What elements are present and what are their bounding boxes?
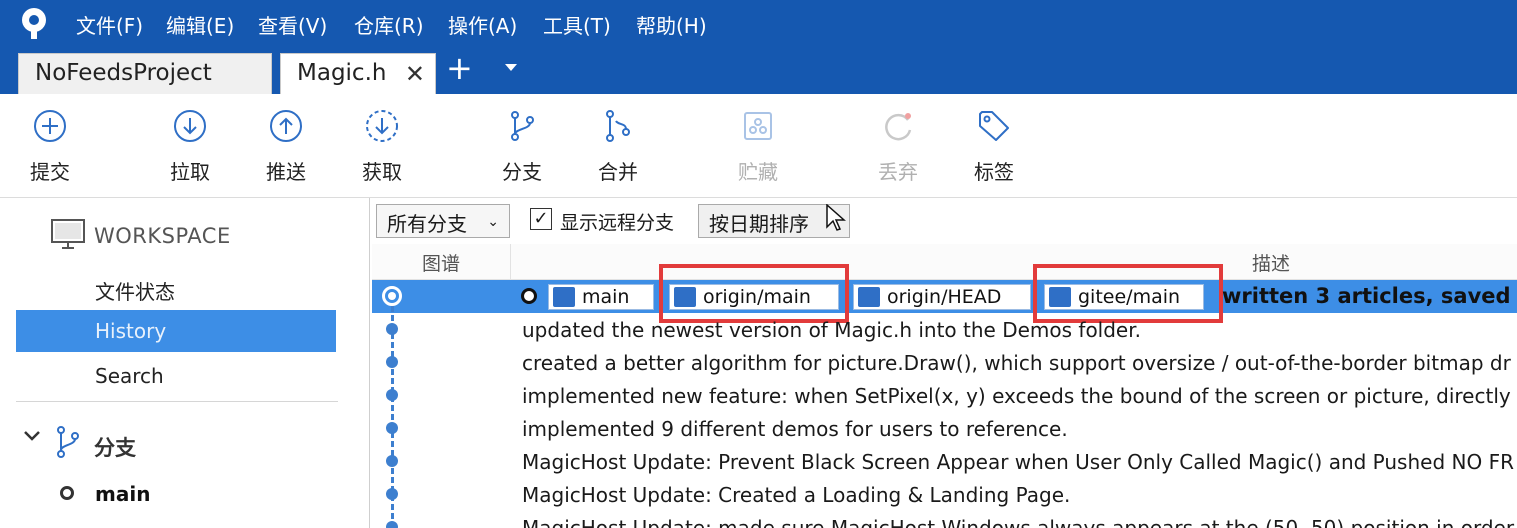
graph-column-header[interactable]: 图谱 xyxy=(422,249,460,276)
commit-message[interactable]: MagicHost Update: Created a Loading & La… xyxy=(522,483,1070,507)
stash-label: 贮藏 xyxy=(738,160,778,184)
commit-message[interactable]: written 3 articles, saved in fo xyxy=(1222,284,1517,308)
arrow-down-circle-icon xyxy=(174,110,206,142)
commit-message[interactable]: implemented new feature: when SetPixel(x… xyxy=(522,384,1517,408)
chevron-down-icon: ⌄ xyxy=(487,214,499,230)
sidebar-branch-main[interactable]: main xyxy=(95,482,150,506)
merge-icon xyxy=(606,110,630,142)
branch-icon xyxy=(553,287,575,307)
branch-icon xyxy=(858,287,880,307)
push-button[interactable]: 推送 xyxy=(246,108,326,185)
highlight-box-origin-main xyxy=(659,264,849,323)
merge-label: 合并 xyxy=(598,160,638,184)
commit-message[interactable]: updated the newest version of Magic.h in… xyxy=(522,318,1141,342)
menu-bar: 文件(F) 编辑(E) 查看(V) 仓库(R) 操作(A) 工具(T) 帮助(H… xyxy=(0,0,1517,48)
chevron-down-icon[interactable] xyxy=(22,426,42,446)
ref-badge-origin-head[interactable]: origin/HEAD xyxy=(853,284,1031,310)
menu-tools[interactable]: 工具(T) xyxy=(543,10,611,39)
fetch-icon xyxy=(366,110,398,142)
highlight-box-gitee-main xyxy=(1033,264,1223,323)
sort-label: 按日期排序 xyxy=(709,212,809,236)
discard-icon xyxy=(885,113,912,141)
fetch-label: 获取 xyxy=(362,160,402,184)
graph-node xyxy=(386,521,398,528)
commit-message[interactable]: implemented 9 different demos for users … xyxy=(522,417,1068,441)
menu-edit[interactable]: 编辑(E) xyxy=(166,10,234,39)
menu-help[interactable]: 帮助(H) xyxy=(636,10,707,39)
description-column-header[interactable]: 描述 xyxy=(1252,249,1290,276)
merge-button[interactable]: 合并 xyxy=(578,108,658,185)
branch-icon xyxy=(57,426,79,458)
plus-circle-icon xyxy=(34,110,66,142)
mouse-cursor-icon xyxy=(826,204,846,231)
discard-button[interactable]: 丢弃 xyxy=(858,108,938,185)
graph-node xyxy=(386,323,398,335)
tab-nofeedsproject[interactable]: NoFeedsProject xyxy=(18,53,272,94)
branches-select[interactable]: 所有分支 ⌄ xyxy=(376,204,510,238)
chevron-down-icon[interactable] xyxy=(505,64,517,71)
menu-actions[interactable]: 操作(A) xyxy=(448,10,517,39)
graph-node xyxy=(386,455,398,467)
tag-label: 标签 xyxy=(974,160,1014,184)
sidebar: WORKSPACE 文件状态 History Search 分支 main xyxy=(0,198,370,528)
tab-magic-h[interactable]: Magic.h ✕ xyxy=(280,53,436,94)
branch-icon xyxy=(511,111,534,141)
commit-label: 提交 xyxy=(30,160,70,184)
monitor-icon xyxy=(51,219,85,249)
discard-label: 丢弃 xyxy=(878,160,918,184)
branches-select-value: 所有分支 xyxy=(387,212,467,236)
sidebar-item-search[interactable]: Search xyxy=(95,364,164,388)
head-marker-icon xyxy=(521,288,537,304)
sourcetree-logo-icon xyxy=(22,8,46,39)
push-label: 推送 xyxy=(266,160,306,184)
tab-label: Magic.h xyxy=(297,60,387,86)
arrow-up-circle-icon xyxy=(270,110,302,142)
pull-button[interactable]: 拉取 xyxy=(150,108,230,185)
graph-node xyxy=(386,356,398,368)
ref-label: main xyxy=(582,286,630,308)
fetch-button[interactable]: 获取 xyxy=(342,108,422,185)
commit-message[interactable]: MagicHost Update: Prevent Black Screen A… xyxy=(522,450,1514,474)
show-remote-checkbox[interactable]: ✓ xyxy=(530,208,552,230)
tag-icon xyxy=(979,111,1009,141)
ref-label: origin/HEAD xyxy=(887,286,1002,308)
tab-bar: NoFeedsProject Magic.h ✕ xyxy=(0,48,1517,94)
graph-node-current xyxy=(382,286,402,306)
divider xyxy=(16,401,338,402)
commit-message[interactable]: created a better algorithm for picture.D… xyxy=(522,351,1511,375)
workspace-heading: WORKSPACE xyxy=(94,224,231,248)
filter-bar: 所有分支 ⌄ ✓ 显示远程分支 按日期排序 xyxy=(372,198,1517,244)
branch-button[interactable]: 分支 xyxy=(482,108,562,185)
column-header: 图谱 描述 xyxy=(372,244,1517,280)
sidebar-item-file-status[interactable]: 文件状态 xyxy=(95,276,175,305)
graph-node xyxy=(386,422,398,434)
close-icon[interactable]: ✕ xyxy=(405,60,425,88)
graph-node xyxy=(386,389,398,401)
branches-heading[interactable]: 分支 xyxy=(94,432,136,462)
menu-view[interactable]: 查看(V) xyxy=(258,10,327,39)
sidebar-item-history[interactable]: History xyxy=(16,310,336,352)
stash-button[interactable]: 贮藏 xyxy=(718,108,798,185)
current-branch-icon xyxy=(60,486,74,500)
menu-repository[interactable]: 仓库(R) xyxy=(354,10,424,39)
graph-node xyxy=(386,488,398,500)
column-divider[interactable] xyxy=(510,244,511,280)
tag-button[interactable]: 标签 xyxy=(954,108,1034,185)
menu-file[interactable]: 文件(F) xyxy=(76,10,143,39)
stash-icon xyxy=(744,112,772,140)
commit-button[interactable]: 提交 xyxy=(10,108,90,185)
toolbar: 提交 拉取 推送 获取 分支 合并 贮藏 丢弃 标签 xyxy=(0,94,1517,198)
ref-badge-main[interactable]: main xyxy=(548,284,654,310)
commit-message[interactable]: MagicHost Update: made sure MagicHost Wi… xyxy=(522,516,1514,528)
tab-label: NoFeedsProject xyxy=(35,60,212,86)
pull-label: 拉取 xyxy=(170,160,210,184)
branch-label: 分支 xyxy=(502,160,542,184)
sidebar-item-label: History xyxy=(95,319,167,343)
show-remote-label[interactable]: 显示远程分支 xyxy=(560,208,674,235)
add-tab-button[interactable]: + xyxy=(446,52,473,84)
